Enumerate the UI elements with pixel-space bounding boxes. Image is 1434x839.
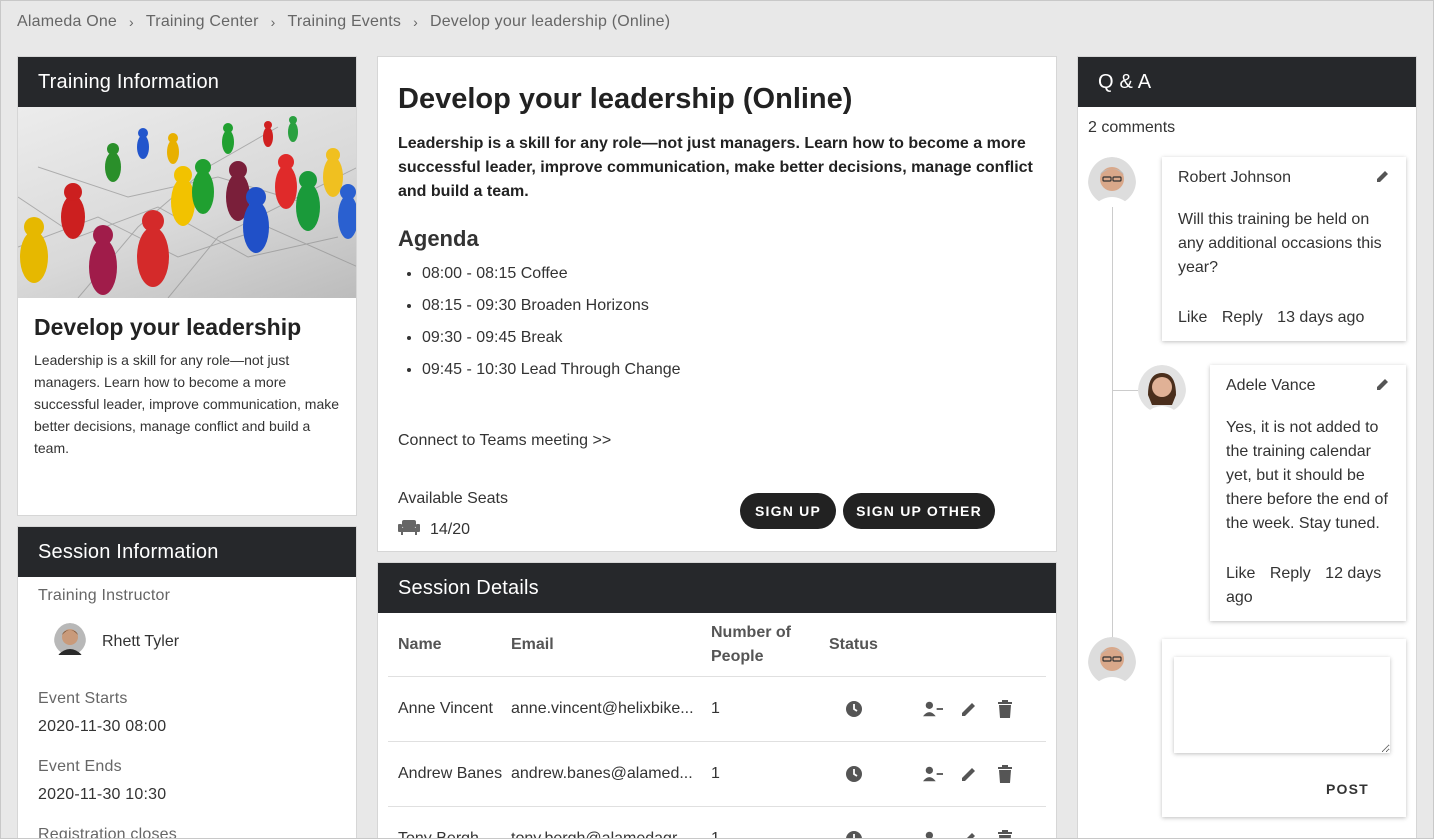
attendee-name: Tony Bergh [398,830,479,839]
sign-up-other-button[interactable]: SIGN UP OTHER [843,493,995,529]
clock-icon [829,830,907,839]
attendee-people: 1 [711,765,720,782]
delete-icon[interactable] [995,829,1015,839]
remove-person-icon[interactable] [923,764,943,784]
agenda-title: Agenda [398,226,479,251]
qa-header: Q & A [1078,57,1416,107]
column-header-status: Status [829,635,878,653]
training-description: Leadership is a skill for any role—not j… [34,352,340,456]
sign-up-button[interactable]: SIGN UP [740,493,836,529]
chevron-right-icon: › [270,14,276,30]
avatar [1138,365,1186,418]
attendee-email: tony.bergh@alamedagr... [511,830,690,839]
event-starts-value: 2020-11-30 08:00 [38,718,167,735]
avatar [1088,637,1136,690]
agenda-item: 09:30 - 09:45 Break [422,322,1036,354]
training-title: Develop your leadership [34,314,302,340]
breadcrumb: Alameda One › Training Center › Training… [17,13,670,31]
attendee-people: 1 [711,830,720,839]
reply-link[interactable]: Reply [1270,565,1311,582]
session-details-card: Session Details Name Email Number of Peo… [377,562,1057,839]
post-button[interactable]: POST [1326,781,1369,797]
seat-icon [398,518,430,541]
column-header-name: Name [398,635,442,653]
training-information-card: Training Information Develop your leader… [17,56,357,516]
comment-text: Yes, it is not added to the training cal… [1226,419,1388,532]
attendee-email: anne.vincent@helixbike... [511,700,694,717]
event-summary: Leadership is a skill for any role—not j… [398,135,1033,200]
teams-meeting-link[interactable]: Connect to Teams meeting >> [398,432,611,450]
edit-icon[interactable] [959,829,979,839]
clock-icon [829,700,907,718]
remove-person-icon[interactable] [923,699,943,719]
attendee-people: 1 [711,700,720,717]
breadcrumb-item-current: Develop your leadership (Online) [429,13,671,30]
agenda-item: 08:15 - 09:30 Broaden Horizons [422,290,1036,322]
comment-author[interactable]: Adele Vance [1226,377,1316,396]
comment-input[interactable] [1174,657,1390,753]
column-header-email: Email [511,635,554,653]
session-information-header: Session Information [18,527,356,577]
like-link[interactable]: Like [1178,309,1207,326]
agenda-item: 09:45 - 10:30 Lead Through Change [422,354,1036,386]
event-starts-label: Event Starts [38,690,128,707]
table-row: Tony Bergh tony.bergh@alamedagr... 1 [388,807,1046,839]
delete-icon[interactable] [995,764,1015,784]
seats-count: 14/20 [430,520,471,538]
comment-text: Will this training be held on any additi… [1178,211,1382,276]
avatar [1088,157,1136,210]
comments-count: 2 comments [1088,119,1176,136]
session-information-card: Session Information Training Instructor … [17,526,357,839]
chevron-right-icon: › [413,14,418,30]
breadcrumb-item-training-center[interactable]: Training Center [146,13,259,31]
thread-branch [1112,390,1138,391]
edit-icon[interactable] [959,699,979,719]
comment-author[interactable]: Robert Johnson [1178,169,1291,188]
attendee-email: andrew.banes@alamed... [511,765,693,782]
remove-person-icon[interactable] [923,829,943,839]
instructor-name: Rhett Tyler [102,632,180,650]
pencil-icon[interactable] [1376,377,1390,396]
breadcrumb-item-training-events[interactable]: Training Events [287,13,401,31]
clock-icon [829,765,907,783]
table-row: Anne Vincent anne.vincent@helixbike... 1 [388,677,1046,742]
pencil-icon[interactable] [1376,169,1390,188]
event-title: Develop your leadership (Online) [398,83,853,115]
edit-icon[interactable] [959,764,979,784]
reply-link[interactable]: Reply [1222,309,1263,326]
comment: Adele Vance Yes, it is not added to the … [1210,365,1406,621]
training-information-header: Training Information [18,57,356,107]
delete-icon[interactable] [995,699,1015,719]
training-hero-image [18,107,356,298]
registration-closes-label: Registration closes [38,826,177,839]
event-ends-label: Event Ends [38,758,122,775]
like-link[interactable]: Like [1226,565,1255,582]
event-details-card: Develop your leadership (Online) Leaders… [377,56,1057,552]
instructor[interactable]: Rhett Tyler [54,623,336,660]
attendee-name: Anne Vincent [398,700,493,717]
chevron-right-icon: › [129,14,134,30]
thread-line [1112,207,1113,677]
agenda-item: 08:00 - 08:15 Coffee [422,258,1036,290]
instructor-label: Training Instructor [38,587,171,604]
table-row: Andrew Banes andrew.banes@alamed... 1 [388,742,1046,807]
agenda-list: 08:00 - 08:15 Coffee 08:15 - 09:30 Broad… [398,258,1036,386]
table-header-row: Name Email Number of People Status [388,613,1046,677]
attendee-name: Andrew Banes [398,765,503,782]
avatar [54,623,86,660]
comment-time: 13 days ago [1277,309,1365,326]
session-details-table: Name Email Number of People Status Anne … [388,613,1046,839]
event-ends-value: 2020-11-30 10:30 [38,786,167,803]
comment: Robert Johnson Will this training be hel… [1162,157,1406,341]
breadcrumb-item-alameda-one[interactable]: Alameda One [17,13,117,31]
qa-card: Q & A 2 comments Robert Johnson Will thi… [1077,56,1417,839]
column-header-people: Number of People [711,623,791,665]
session-details-header: Session Details [378,563,1056,613]
